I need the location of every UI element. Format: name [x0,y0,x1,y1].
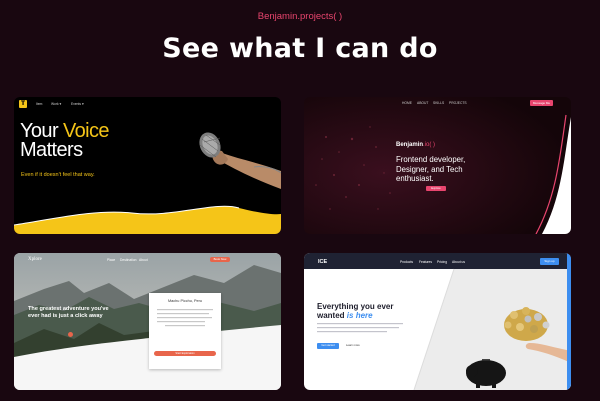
project-card-voice-matters[interactable]: T Item Work ▾ Events ▾ Your Voice Matter… [14,97,281,234]
hero-subtitle: Even if it doesn't feel that way. [21,172,95,178]
hero-headline: The greatest adventure you've ever had i… [28,306,109,319]
sign-up-button[interactable]: Sign up [540,258,559,265]
nav-products[interactable]: Products [400,260,413,264]
destination-panel: Machu Picchu, Peru Start Exploration [149,293,221,369]
card1-artwork [14,132,281,234]
card3-artwork [14,253,281,390]
card4-artwork [304,253,571,390]
message-me-button[interactable]: Message Me [530,100,553,106]
nav-about[interactable]: About [139,258,148,262]
play-dot-icon[interactable] [68,332,73,337]
nav-item-1[interactable]: Item [36,102,42,106]
nav-skills[interactable]: SKILLS [433,101,444,105]
get-started-button[interactable]: Get started [317,343,339,349]
hero-headline: Your Voice Matters [20,120,110,161]
nav-item-3[interactable]: Events ▾ [71,102,84,106]
project-card-xplore[interactable]: Xplore Place Destination About Book Now … [14,253,281,390]
yellow-wave [14,206,281,234]
explore-button[interactable]: Explore [426,186,446,191]
ice-logo[interactable]: ICE [318,259,327,265]
portfolio-tagline: Frontend developer, Designer, and Tech e… [396,155,466,184]
nav-destination[interactable]: Destination [120,258,137,262]
nav-features[interactable]: Features [419,260,432,264]
hero-text-lines [317,323,403,333]
brand-logo[interactable]: T [19,100,27,108]
page-title: See what I can do [162,33,438,64]
project-card-ice[interactable]: ICE Products Features Pricing About us S… [304,253,571,390]
nav-about[interactable]: ABOUT [417,101,428,105]
panel-title: Machu Picchu, Peru [168,299,202,303]
project-card-portfolio[interactable]: HOME ABOUT SKILLS PROJECTS Message Me Be… [304,97,571,234]
nav-home[interactable]: HOME [402,101,412,105]
xplore-logo[interactable]: Xplore [28,257,42,262]
section-eyebrow: Benjamin.projects( ) [257,11,343,22]
start-exploration-button[interactable]: Start Exploration [154,351,216,356]
panel-text-lines [157,309,213,327]
nav-item-2[interactable]: Work ▾ [51,102,61,106]
nav-place[interactable]: Place [107,258,115,262]
nav-pricing[interactable]: Pricing [437,260,447,264]
book-now-button[interactable]: Book Now [210,257,230,262]
portfolio-name: Benjamin.io( ) [396,142,436,148]
nav-about-us[interactable]: About us [452,260,465,264]
learn-more-link[interactable]: Learn more [346,344,360,347]
hero-headline: Everything you ever wanted is here [317,302,394,320]
nav-projects[interactable]: PROJECTS [449,101,467,105]
